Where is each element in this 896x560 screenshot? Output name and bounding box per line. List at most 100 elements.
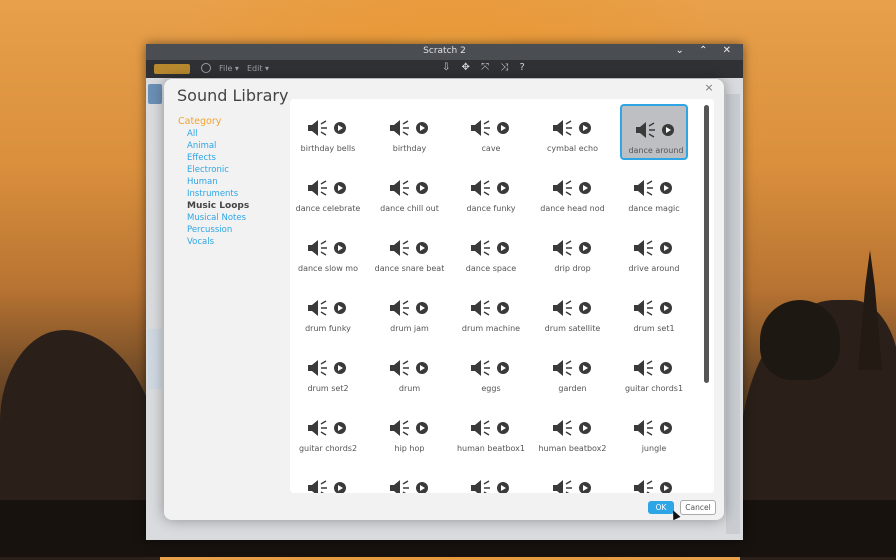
sound-item[interactable]: garden <box>539 344 607 400</box>
play-icon[interactable] <box>660 242 672 254</box>
category-item[interactable]: Instruments <box>187 188 288 200</box>
sound-item[interactable]: drum funky <box>294 284 362 340</box>
sound-item[interactable]: drum jam <box>376 284 444 340</box>
sound-item[interactable]: jungle <box>620 404 688 460</box>
play-icon[interactable] <box>415 422 428 434</box>
sound-item[interactable] <box>457 464 525 493</box>
sound-item[interactable]: human beatbox1 <box>457 404 525 460</box>
play-icon[interactable] <box>334 482 346 493</box>
category-item[interactable]: Effects <box>187 152 288 164</box>
play-icon[interactable] <box>497 362 509 374</box>
sound-item[interactable]: guitar chords2 <box>294 404 362 460</box>
sound-item[interactable]: dance head nod <box>539 164 607 220</box>
play-icon[interactable] <box>578 362 591 374</box>
sound-item[interactable]: drum set2 <box>294 344 362 400</box>
play-icon[interactable] <box>497 482 509 493</box>
sound-item[interactable]: guitar chords1 <box>620 344 688 400</box>
play-icon[interactable] <box>334 122 346 134</box>
sound-item[interactable]: dance chill out <box>376 164 444 220</box>
play-icon[interactable] <box>660 362 672 374</box>
sound-item[interactable]: birthday bells <box>294 104 362 160</box>
sound-item[interactable]: dance celebrate <box>294 164 362 220</box>
sound-item[interactable]: eggs <box>457 344 525 400</box>
play-icon[interactable] <box>334 182 346 194</box>
sound-label: dance celebrate <box>295 204 361 213</box>
category-item[interactable]: Musical Notes <box>187 212 288 224</box>
category-item[interactable]: Music Loops <box>187 200 288 212</box>
sound-item[interactable]: drum satellite <box>539 284 607 340</box>
sound-item[interactable]: birthday <box>376 104 444 160</box>
play-icon[interactable] <box>662 124 674 136</box>
scrollbar[interactable] <box>704 103 710 489</box>
sound-item[interactable]: drum set1 <box>620 284 688 340</box>
play-icon[interactable] <box>578 302 591 314</box>
sound-item[interactable]: dance around <box>620 104 688 160</box>
category-item[interactable]: Vocals <box>187 236 288 248</box>
play-icon[interactable] <box>497 302 509 314</box>
scrollbar-thumb[interactable] <box>704 105 709 383</box>
sound-label: drive around <box>628 264 680 273</box>
play-icon[interactable] <box>415 122 428 134</box>
category-item[interactable]: All <box>187 128 288 140</box>
menu-file[interactable]: File ▾ <box>219 64 239 73</box>
category-item[interactable]: Human <box>187 176 288 188</box>
globe-icon[interactable] <box>201 63 211 73</box>
toolbar-icons[interactable]: ⇩ ✥ ⤧ ⤨ ? <box>442 62 529 73</box>
scratch-logo[interactable] <box>154 64 190 74</box>
sound-item[interactable] <box>539 464 607 493</box>
speaker-icon <box>634 360 654 376</box>
cancel-button[interactable]: Cancel <box>680 500 716 515</box>
play-icon[interactable] <box>415 482 428 493</box>
close-button[interactable]: × <box>702 81 716 95</box>
sound-item[interactable] <box>294 464 362 493</box>
sound-item[interactable] <box>376 464 444 493</box>
play-icon[interactable] <box>497 242 509 254</box>
play-icon[interactable] <box>578 122 591 134</box>
play-icon[interactable] <box>415 362 428 374</box>
sound-item[interactable]: drum machine <box>457 284 525 340</box>
play-icon[interactable] <box>334 242 346 254</box>
play-icon[interactable] <box>334 362 346 374</box>
sound-item[interactable] <box>620 464 688 493</box>
sound-item[interactable]: drive around <box>620 224 688 280</box>
sound-item[interactable]: cave <box>457 104 525 160</box>
sound-item[interactable]: cymbal echo <box>539 104 607 160</box>
sound-item[interactable]: dance space <box>457 224 525 280</box>
play-icon[interactable] <box>578 242 591 254</box>
menu-edit[interactable]: Edit ▾ <box>247 64 269 73</box>
sound-item[interactable]: dance snare beat <box>375 224 444 280</box>
play-icon[interactable] <box>660 302 672 314</box>
sound-item[interactable]: dance slow mo <box>294 224 362 280</box>
window-titlebar[interactable]: Scratch 2 ⌄ ⌃ ✕ <box>146 44 743 60</box>
play-icon[interactable] <box>415 242 428 254</box>
sound-grid-panel: birthday bells birthday cave cymbal echo dan… <box>290 99 714 493</box>
play-icon[interactable] <box>334 302 346 314</box>
sound-item[interactable]: drum <box>376 344 444 400</box>
speaker-icon <box>471 120 491 136</box>
play-icon[interactable] <box>415 182 428 194</box>
play-icon[interactable] <box>578 182 591 194</box>
play-icon[interactable] <box>497 122 509 134</box>
play-icon[interactable] <box>660 182 672 194</box>
window-controls[interactable]: ⌄ ⌃ ✕ <box>676 45 738 56</box>
category-item[interactable]: Percussion <box>187 224 288 236</box>
play-icon[interactable] <box>660 422 672 434</box>
play-icon[interactable] <box>660 482 672 493</box>
play-icon[interactable] <box>334 422 346 434</box>
sound-item[interactable]: drip drop <box>539 224 607 280</box>
sound-item[interactable]: dance funky <box>457 164 525 220</box>
sound-item[interactable]: dance magic <box>620 164 688 220</box>
sound-item[interactable]: human beatbox2 <box>538 404 607 460</box>
speaker-icon <box>634 480 654 493</box>
category-item[interactable]: Animal <box>187 140 288 152</box>
play-icon[interactable] <box>578 422 591 434</box>
play-icon[interactable] <box>497 182 509 194</box>
play-icon[interactable] <box>578 482 591 493</box>
play-icon[interactable] <box>415 302 428 314</box>
category-item[interactable]: Electronic <box>187 164 288 176</box>
speaker-icon <box>389 180 410 196</box>
category-list: All Animal Effects Electronic Human Instrumen… <box>178 128 288 248</box>
sound-item[interactable]: hip hop <box>376 404 444 460</box>
sprite-panel <box>148 329 162 389</box>
play-icon[interactable] <box>497 422 509 434</box>
